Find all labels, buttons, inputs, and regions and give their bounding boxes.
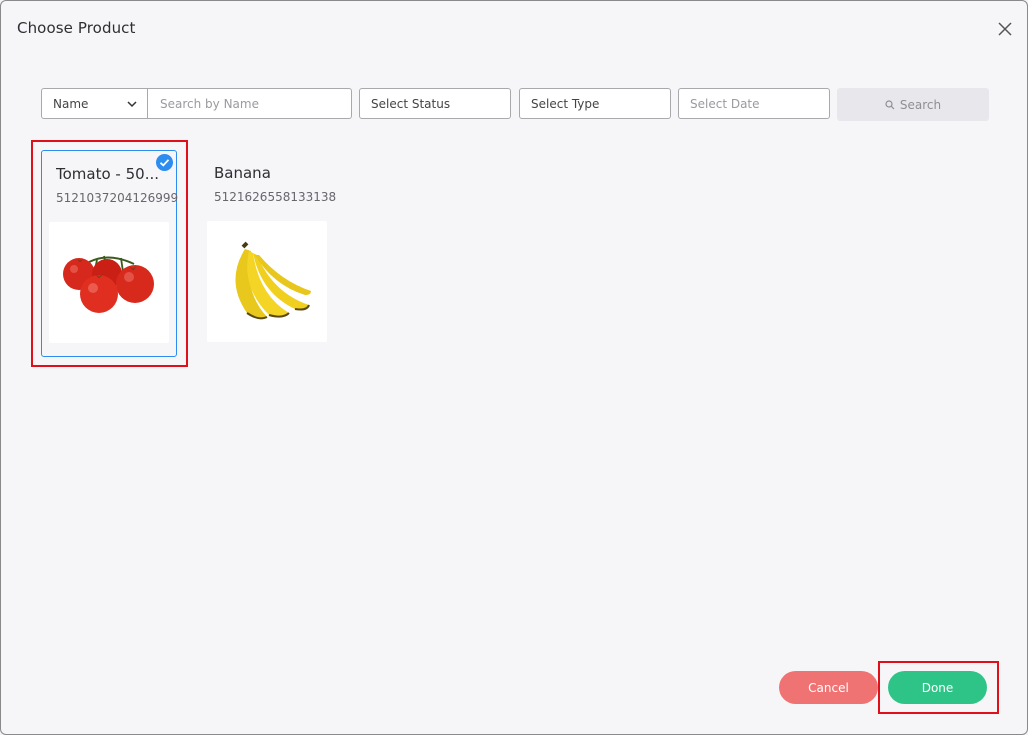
search-button-label: Search xyxy=(899,97,942,112)
dialog-title: Choose Product xyxy=(17,19,136,37)
status-select-value: Select Status xyxy=(371,96,451,111)
chevron-down-icon xyxy=(127,101,137,108)
product-card-banana[interactable]: Banana 5121626558133138 xyxy=(200,150,336,357)
status-select[interactable]: Select Status xyxy=(359,88,511,119)
product-sku: 5121037204126999 xyxy=(56,191,179,205)
tomato-image xyxy=(49,222,169,343)
done-button[interactable]: Done xyxy=(888,671,987,704)
cancel-button[interactable]: Cancel xyxy=(779,671,878,704)
product-name: Banana xyxy=(214,164,271,182)
search-input-placeholder: Search by Name xyxy=(160,96,259,111)
product-card-tomato[interactable]: Tomato - 50... 5121037204126999 xyxy=(41,150,179,357)
search-button[interactable]: Search xyxy=(837,88,989,121)
choose-product-dialog: Choose Product Name Search by Name Selec… xyxy=(0,0,1028,735)
date-input[interactable]: Select Date xyxy=(678,88,830,119)
search-input[interactable]: Search by Name xyxy=(147,88,352,119)
search-field-select-value: Name xyxy=(53,96,89,111)
product-name: Tomato - 50... xyxy=(56,165,159,183)
banana-image xyxy=(207,221,327,342)
close-icon xyxy=(998,22,1012,36)
type-select[interactable]: Select Type xyxy=(519,88,671,119)
check-circle-icon xyxy=(156,154,173,171)
dialog-header: Choose Product xyxy=(1,1,1027,57)
search-field-select[interactable]: Name xyxy=(41,88,149,119)
product-sku: 5121626558133138 xyxy=(214,190,337,204)
type-select-value: Select Type xyxy=(531,96,600,111)
close-button[interactable] xyxy=(995,19,1015,39)
date-input-placeholder: Select Date xyxy=(690,96,760,111)
search-icon xyxy=(885,99,895,109)
